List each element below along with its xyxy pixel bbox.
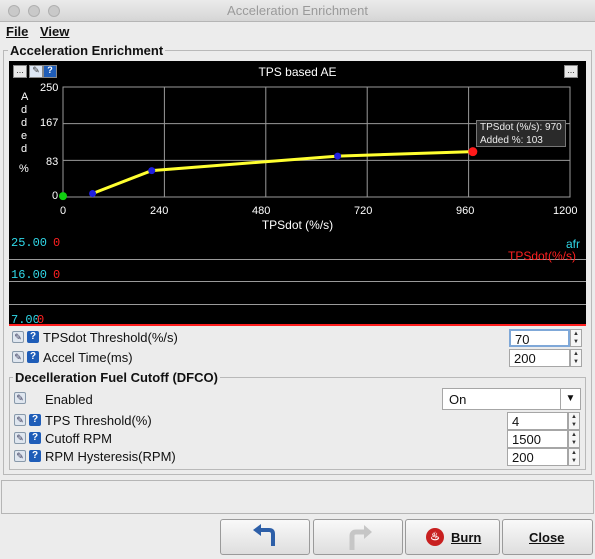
chart-tooltip: TPSdot (%/s): 970 Added %: 103 (476, 120, 566, 147)
cutoff-rpm-input[interactable]: 1500 (507, 430, 568, 448)
tpsdot-threshold-label: TPSdot Threshold(%/s) (43, 330, 178, 345)
edit-icon[interactable]: ✎ (14, 392, 26, 404)
data-point (148, 167, 156, 175)
rpm-hysteresis-label: RPM Hysteresis(RPM) (45, 449, 176, 464)
undo-icon (253, 524, 275, 546)
edit-icon[interactable]: ✎ (14, 432, 26, 444)
help-icon[interactable]: ? (27, 351, 39, 363)
redo-icon (349, 525, 372, 550)
burn-flame-icon: ♨ (426, 528, 444, 546)
origin-point (59, 192, 67, 201)
menu-bar: File View (0, 22, 595, 42)
edit-icon[interactable]: ✎ (14, 414, 26, 426)
acceleration-enrichment-window: Acceleration Enrichment File View Accele… (0, 0, 595, 559)
trend-value: 7.00 (11, 313, 40, 327)
chart-plot (59, 86, 571, 201)
spinner-arrows-icon[interactable]: ▲ ▼ (570, 349, 582, 367)
edit-icon[interactable]: ✎ (14, 450, 26, 462)
spinner-arrows-icon[interactable]: ▲ ▼ (568, 430, 580, 448)
tooltip-line: Added %: 103 (480, 135, 543, 146)
spinner-arrows-icon[interactable]: ▲ ▼ (568, 448, 580, 466)
dfco-enabled-select[interactable]: On ▼ (442, 388, 581, 410)
tps-threshold-label: TPS Threshold(%) (45, 413, 152, 428)
help-icon[interactable]: ? (29, 432, 41, 444)
data-point (334, 152, 342, 160)
trend-value: 16.00 (11, 268, 48, 282)
dfco-group-title: Decelleration Fuel Cutoff (DFCO) (13, 370, 220, 385)
trend-gridline (9, 281, 586, 282)
ae-group-title: Acceleration Enrichment (8, 43, 166, 58)
help-icon[interactable]: ? (29, 414, 41, 426)
trend-mark: 0 (37, 313, 45, 327)
tooltip-line: TPSdot (%/s): 970 (480, 122, 562, 133)
accel-time-input[interactable]: 200 (509, 349, 570, 367)
window-title: Acceleration Enrichment (227, 3, 368, 18)
close-label: Close (529, 530, 565, 545)
edit-icon[interactable]: ✎ (12, 331, 24, 343)
accel-time-label: Accel Time(ms) (43, 350, 133, 365)
undo-button[interactable] (220, 519, 310, 555)
trend-gridline (9, 259, 586, 260)
tps-threshold-input[interactable]: 4 (507, 412, 568, 430)
trend-legend-tpsdot: TPSdot(%/s) (507, 249, 576, 263)
trend-mark: 0 (53, 236, 61, 250)
burn-label: Burn (451, 530, 482, 545)
spinner-arrows-icon[interactable]: ▲ ▼ (570, 329, 582, 347)
redo-button (313, 519, 403, 555)
status-bar (1, 480, 594, 514)
dfco-enabled-label: Enabled (45, 392, 93, 407)
help-icon[interactable]: ? (27, 331, 39, 343)
menu-file[interactable]: File (6, 24, 28, 39)
tpsdot-threshold-input[interactable]: 70 (509, 329, 570, 347)
data-point (89, 189, 97, 197)
title-bar: Acceleration Enrichment (0, 0, 595, 22)
trend-value: 25.00 (11, 236, 48, 250)
selected-data-point (468, 147, 478, 157)
trend-gridline (9, 304, 586, 305)
trend-mark: 0 (53, 268, 61, 282)
edit-icon[interactable]: ✎ (12, 351, 24, 363)
trend-graph: 25.00 0 16.00 0 7.00 0 afr TPSdot(%/s) (9, 236, 586, 327)
burn-button[interactable]: ♨ Burn (405, 519, 500, 555)
help-icon[interactable]: ? (29, 450, 41, 462)
dfco-enabled-value: On (449, 392, 467, 407)
menu-view[interactable]: View (40, 24, 69, 39)
close-button[interactable]: Close (502, 519, 593, 555)
cutoff-rpm-label: Cutoff RPM (45, 431, 112, 446)
rpm-hysteresis-input[interactable]: 200 (507, 448, 568, 466)
tps-ae-chart[interactable]: ... ✎ ? ... TPS based AE A d d e d % 250… (9, 61, 586, 236)
spinner-arrows-icon[interactable]: ▲ ▼ (568, 412, 580, 430)
dropdown-arrow-icon[interactable]: ▼ (560, 389, 580, 409)
